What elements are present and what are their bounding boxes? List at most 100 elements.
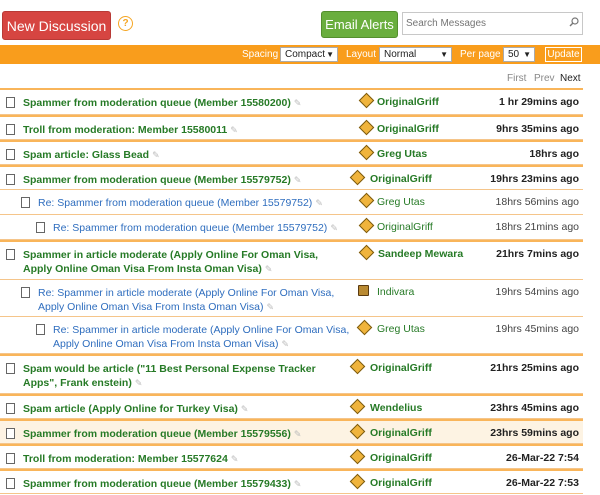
pin-icon[interactable]: ✎ [294, 175, 302, 185]
pin-icon[interactable]: ✎ [230, 125, 238, 135]
message-row[interactable]: Spammer from moderation queue (Member 15… [0, 165, 583, 190]
document-icon [6, 403, 15, 414]
message-author[interactable]: OriginalGriff [377, 96, 439, 108]
message-row[interactable]: Spam would be article ("11 Best Personal… [0, 354, 583, 394]
message-row[interactable]: Spammer in article moderate (Apply Onlin… [0, 240, 583, 280]
message-subject[interactable]: Troll from moderation: Member 15580011 ✎ [23, 123, 238, 137]
message-author[interactable]: OriginalGriff [370, 362, 432, 374]
message-author[interactable]: OriginalGriff [370, 427, 432, 439]
pin-icon[interactable]: ✎ [266, 302, 274, 312]
pin-icon[interactable]: ✎ [135, 378, 143, 388]
diamond-icon [358, 144, 375, 161]
diamond-icon [358, 92, 375, 109]
message-subject[interactable]: Re: Spammer in article moderate (Apply O… [38, 286, 334, 314]
message-author[interactable]: OriginalGriff [377, 123, 439, 135]
message-subject[interactable]: Spammer from moderation queue (Member 15… [23, 173, 301, 187]
search-icon[interactable] [569, 17, 579, 27]
message-row[interactable]: Spammer from moderation queue (Member 15… [0, 419, 583, 444]
message-time: 23hrs 45mins ago [490, 402, 579, 414]
message-time: 19hrs 23mins ago [490, 173, 579, 185]
message-subject[interactable]: Spam article (Apply Online for Turkey Vi… [23, 402, 248, 416]
pin-icon[interactable]: ✎ [265, 264, 273, 274]
email-alerts-button[interactable]: Email Alerts [321, 11, 398, 38]
document-icon [6, 149, 15, 160]
pager-prev[interactable]: Prev [534, 73, 555, 84]
update-button[interactable]: Update [545, 47, 582, 62]
message-time: 19hrs 45mins ago [495, 323, 579, 335]
message-time: 18hrs ago [529, 148, 579, 160]
message-time: 9hrs 35mins ago [496, 123, 579, 135]
document-icon [21, 287, 30, 298]
pin-icon[interactable]: ✎ [241, 404, 249, 414]
document-icon [36, 324, 45, 335]
pin-icon[interactable]: ✎ [294, 429, 302, 439]
pin-icon[interactable]: ✎ [152, 150, 160, 160]
reply-row[interactable]: Re: Spammer in article moderate (Apply O… [0, 280, 583, 317]
pin-icon[interactable]: ✎ [330, 223, 338, 233]
toolbar: New Discussion ? Email Alerts [0, 0, 600, 44]
message-time: 26-Mar-22 7:54 [506, 452, 579, 464]
help-icon[interactable]: ? [118, 16, 133, 31]
message-time: 18hrs 21mins ago [495, 221, 579, 233]
diamond-icon [349, 398, 366, 415]
message-row[interactable]: Spammer from moderation queue (Member 15… [0, 88, 583, 115]
message-subject[interactable]: Spam article: Glass Bead ✎ [23, 148, 160, 162]
message-subject[interactable]: Re: Spammer from moderation queue (Membe… [53, 221, 338, 235]
message-author[interactable]: Greg Utas [377, 148, 427, 160]
pager-next[interactable]: Next [560, 73, 581, 84]
document-icon [36, 222, 45, 233]
pin-icon[interactable]: ✎ [294, 98, 302, 108]
pin-icon[interactable]: ✎ [294, 479, 302, 489]
search-input[interactable] [406, 14, 566, 33]
pin-icon[interactable]: ✎ [231, 454, 239, 464]
perpage-select[interactable]: 50 ▼ [503, 47, 535, 62]
message-subject[interactable]: Spammer in article moderate (Apply Onlin… [23, 248, 318, 276]
document-icon [6, 428, 15, 439]
message-time: 21hrs 25mins ago [490, 362, 579, 374]
reply-row[interactable]: Re: Spammer from moderation queue (Membe… [0, 190, 583, 215]
spacing-label: Spacing [242, 49, 279, 60]
document-icon [6, 478, 15, 489]
message-author[interactable]: OriginalGriff [370, 173, 432, 185]
message-author[interactable]: Greg Utas [377, 323, 425, 335]
message-subject[interactable]: Re: Spammer from moderation queue (Membe… [38, 196, 323, 210]
message-time: 26-Mar-22 7:53 [506, 477, 579, 489]
message-row[interactable]: Spam article (Apply Online for Turkey Vi… [0, 394, 583, 419]
message-author[interactable]: OriginalGriff [370, 477, 432, 489]
message-time: 1 hr 29mins ago [499, 96, 579, 108]
message-row[interactable]: Spam article: Glass Bead ✎ Greg Utas 18hr… [0, 140, 583, 165]
message-subject[interactable]: Spammer from moderation queue (Member 15… [23, 96, 301, 110]
layout-value: Normal [384, 49, 417, 60]
message-author[interactable]: Indivara [377, 286, 414, 298]
reply-row[interactable]: Re: Spammer from moderation queue (Membe… [0, 215, 583, 240]
message-author[interactable]: Greg Utas [377, 196, 425, 208]
spacing-select[interactable]: Compact ▼ [280, 47, 338, 62]
display-options-bar: Spacing Compact ▼ Layout Normal ▼ Per page… [0, 45, 600, 64]
pin-icon[interactable]: ✎ [315, 198, 323, 208]
message-subject[interactable]: Spam would be article ("11 Best Personal… [23, 362, 316, 390]
new-discussion-button[interactable]: New Discussion [2, 11, 111, 40]
message-author[interactable]: OriginalGriff [370, 452, 432, 464]
message-time: 19hrs 54mins ago [495, 286, 579, 298]
diamond-icon [358, 119, 375, 136]
pin-icon[interactable]: ✎ [281, 339, 289, 349]
message-time: 18hrs 56mins ago [495, 196, 579, 208]
pager-first[interactable]: First [507, 73, 526, 84]
layout-select[interactable]: Normal ▼ [379, 47, 452, 62]
message-subject[interactable]: Troll from moderation: Member 15577624 ✎ [23, 452, 238, 466]
diamond-icon [358, 192, 375, 209]
message-author[interactable]: Sandeep Mewara [378, 248, 463, 260]
message-author[interactable]: Wendelius [370, 402, 422, 414]
message-subject[interactable]: Spammer from moderation queue (Member 15… [23, 477, 301, 491]
message-subject[interactable]: Spammer from moderation queue (Member 15… [23, 427, 301, 441]
diamond-icon [349, 169, 366, 186]
document-icon [6, 97, 15, 108]
message-row[interactable]: Troll from moderation: Member 15580011 ✎ … [0, 115, 583, 140]
reply-row[interactable]: Re: Spammer in article moderate (Apply O… [0, 317, 583, 354]
diamond-icon [349, 423, 366, 440]
message-row[interactable]: Spammer from moderation queue (Member 15… [0, 469, 583, 494]
diamond-icon [349, 358, 366, 375]
message-author[interactable]: OriginalGriff [377, 221, 433, 233]
message-row[interactable]: Troll from moderation: Member 15577624 ✎ … [0, 444, 583, 469]
message-subject[interactable]: Re: Spammer in article moderate (Apply O… [53, 323, 349, 351]
